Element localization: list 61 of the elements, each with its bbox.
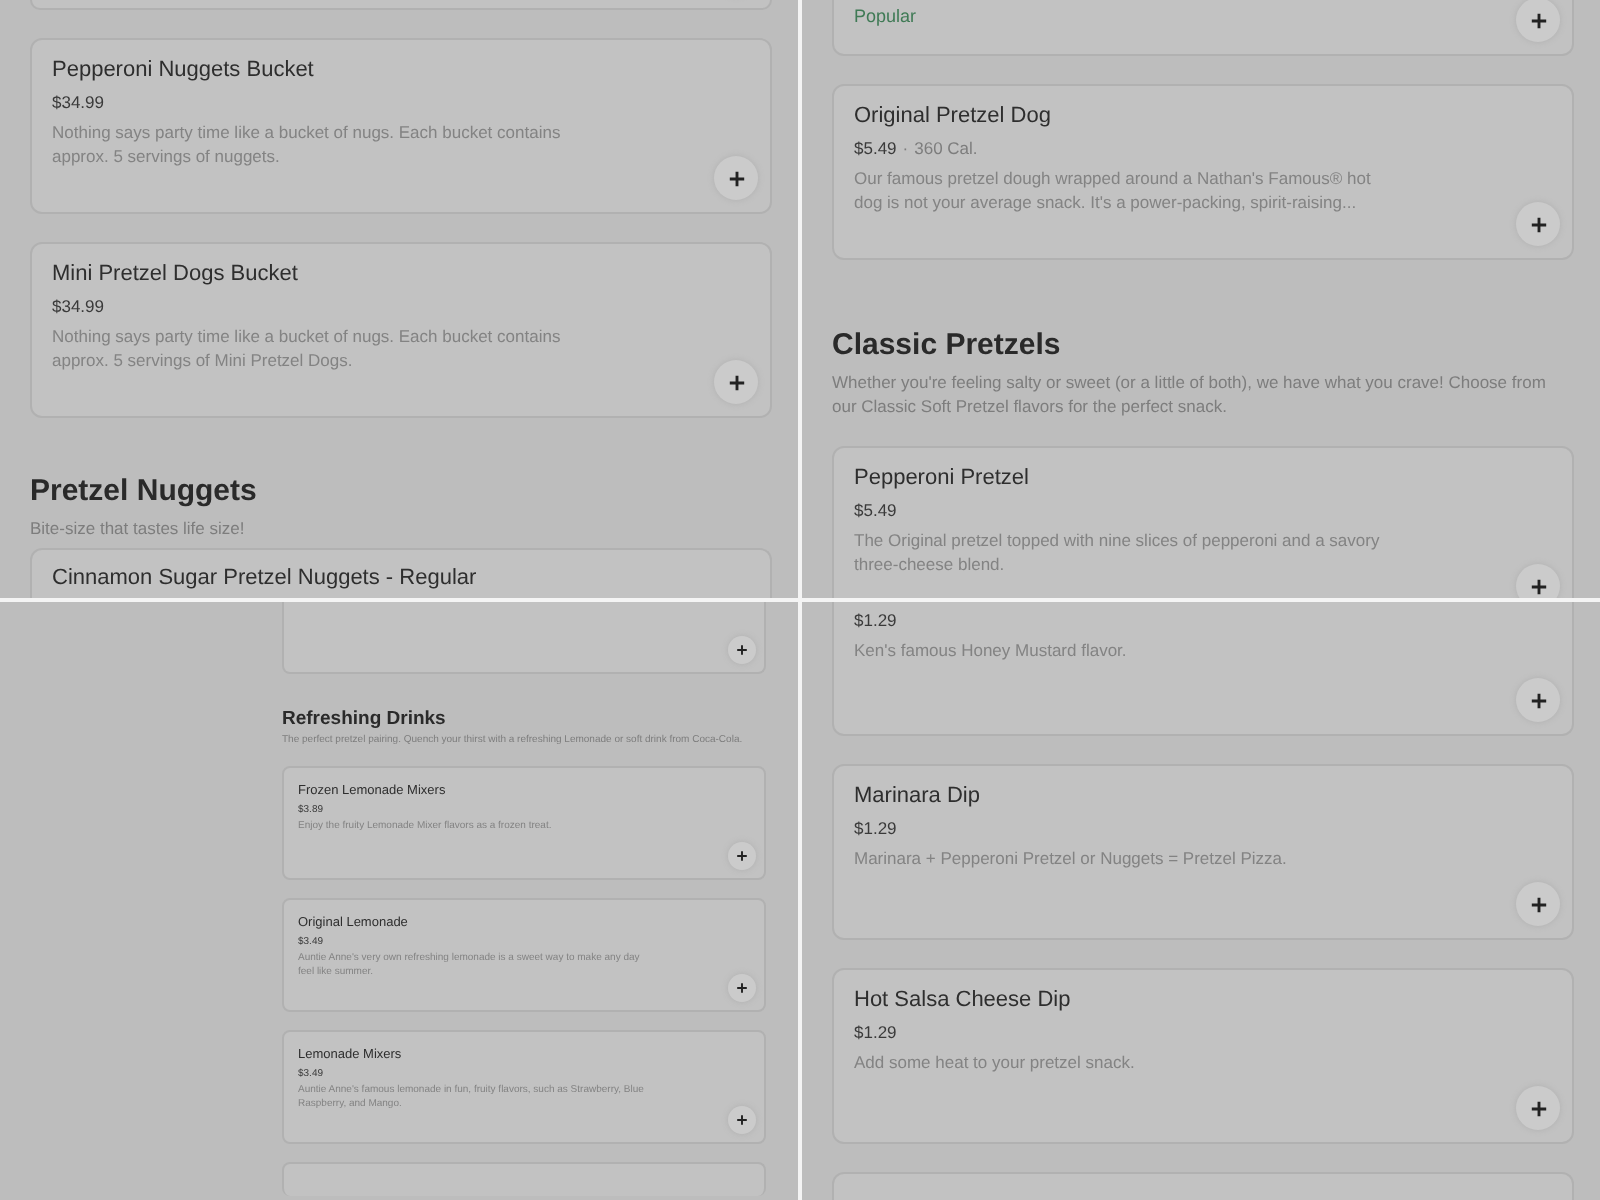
menu-item-card[interactable]: Hot Salsa Cheese Dip $1.29 Add some heat to your pretzel snack. [832,968,1574,1144]
item-name: Hot Salsa Cheese Dip [854,988,1073,1012]
section-description: Bite-size that tastes life size! [30,516,247,540]
item-name: Mini Pretzel Dogs Bucket [52,262,300,286]
item-description: Add some heat to your pretzel snack. [854,1050,1137,1074]
item-description: Marinara + Pepperoni Pretzel or Nuggets = Pretzel Pizza. [854,846,1289,870]
menu-item-card[interactable]: Mini Pretzel Dogs Bucket $34.99 Nothing says party time like a bucket of nugs. Each bucket contains approx. 5 servings of Mini Pretzel Dogs. [30,242,772,418]
separator-dot: · [902,138,909,158]
item-price: $5.49 [854,138,897,158]
popular-tag: Popular [854,6,917,26]
add-button[interactable] [1516,1086,1560,1130]
add-button[interactable] [714,156,758,200]
add-button[interactable] [714,360,758,404]
item-price: $1.29 [854,610,897,630]
plus-icon [736,850,748,862]
menu-item-card[interactable]: Marinara Dip $1.29 Marinara + Pepperoni Pretzel or Nuggets = Pretzel Pizza. [832,764,1574,940]
menu-item-card[interactable]: Pepperoni Pretzel $5.49 The Original pretzel topped with nine slices of pepperoni and a savory three-cheese blend. [832,446,1574,598]
item-name: Pepperoni Pretzel [854,466,1031,490]
item-description: Nothing says party time like a bucket of nugs. Each bucket contains approx. 5 servings of nuggets. [52,120,563,168]
section-title: Classic Pretzels [832,328,1063,362]
item-price: $1.29 [854,1022,897,1042]
item-price: $34.99 [52,92,104,112]
plus-icon [727,373,745,391]
plus-icon [1529,577,1547,595]
item-calories: 360 Cal. [914,138,978,158]
menu-item-card[interactable]: Pepperoni Nuggets Bucket $34.99 Nothing says party time like a bucket of nugs. Each bucket contains approx. 5 servings of nuggets. [30,38,772,214]
plus-icon [1529,691,1547,709]
item-price: $5.49 [854,500,897,520]
plus-icon [736,644,748,656]
plus-icon [1529,215,1547,233]
plus-icon [736,1114,748,1126]
add-button[interactable] [1516,678,1560,722]
plus-icon [736,982,748,994]
plus-icon [1529,1099,1547,1117]
item-name: Marinara Dip [854,784,982,808]
add-button[interactable] [728,842,756,870]
section-description: Whether you're feeling salty or sweet (or a little of both), we have what you crave! Choose from our Classic Soft Pretzel flavors for the perfect snack. [832,370,1548,418]
item-price: $1.29 [854,818,897,838]
section-title: Refreshing Drinks [282,708,448,730]
menu-item-card[interactable]: Cinnamon Sugar Pretzel Nuggets - Regular [30,548,772,598]
item-name: Original Pretzel Dog [854,104,1053,128]
add-button[interactable] [728,974,756,1002]
item-description: Ken's famous Honey Mustard flavor. [854,638,1129,662]
menu-item-card[interactable]: Original Pretzel Dog $5.49 · 360 Cal. Our famous pretzel dough wrapped around a Nathan's Famous® hot dog is not your average snack. It's a power-packing, spirit-raising... [832,84,1574,260]
item-description: The Original pretzel topped with nine slices of pepperoni and a savory three-cheese blend. [854,528,1382,576]
item-price: $34.99 [52,296,104,316]
item-name: Cinnamon Sugar Pretzel Nuggets - Regular [52,566,479,590]
item-name: Pepperoni Nuggets Bucket [52,58,316,82]
item-description: Nothing says party time like a bucket of nugs. Each bucket contains approx. 5 servings of Mini Pretzel Dogs. [52,324,563,372]
menu-item-card[interactable]: $1.29 Ken's famous Honey Mustard flavor. [832,602,1574,736]
section-title: Pretzel Nuggets [30,474,259,508]
add-button[interactable] [1516,882,1560,926]
add-button[interactable] [728,1106,756,1134]
add-button[interactable] [728,636,756,664]
add-button[interactable] [1516,0,1560,42]
plus-icon [1529,895,1547,913]
plus-icon [727,169,745,187]
add-button[interactable] [1516,564,1560,598]
item-description: Our famous pretzel dough wrapped around a Nathan's Famous® hot dog is not your average snack. It's a power-packing, spirit-raising... [854,166,1373,214]
plus-icon [1529,11,1547,29]
add-button[interactable] [1516,202,1560,246]
